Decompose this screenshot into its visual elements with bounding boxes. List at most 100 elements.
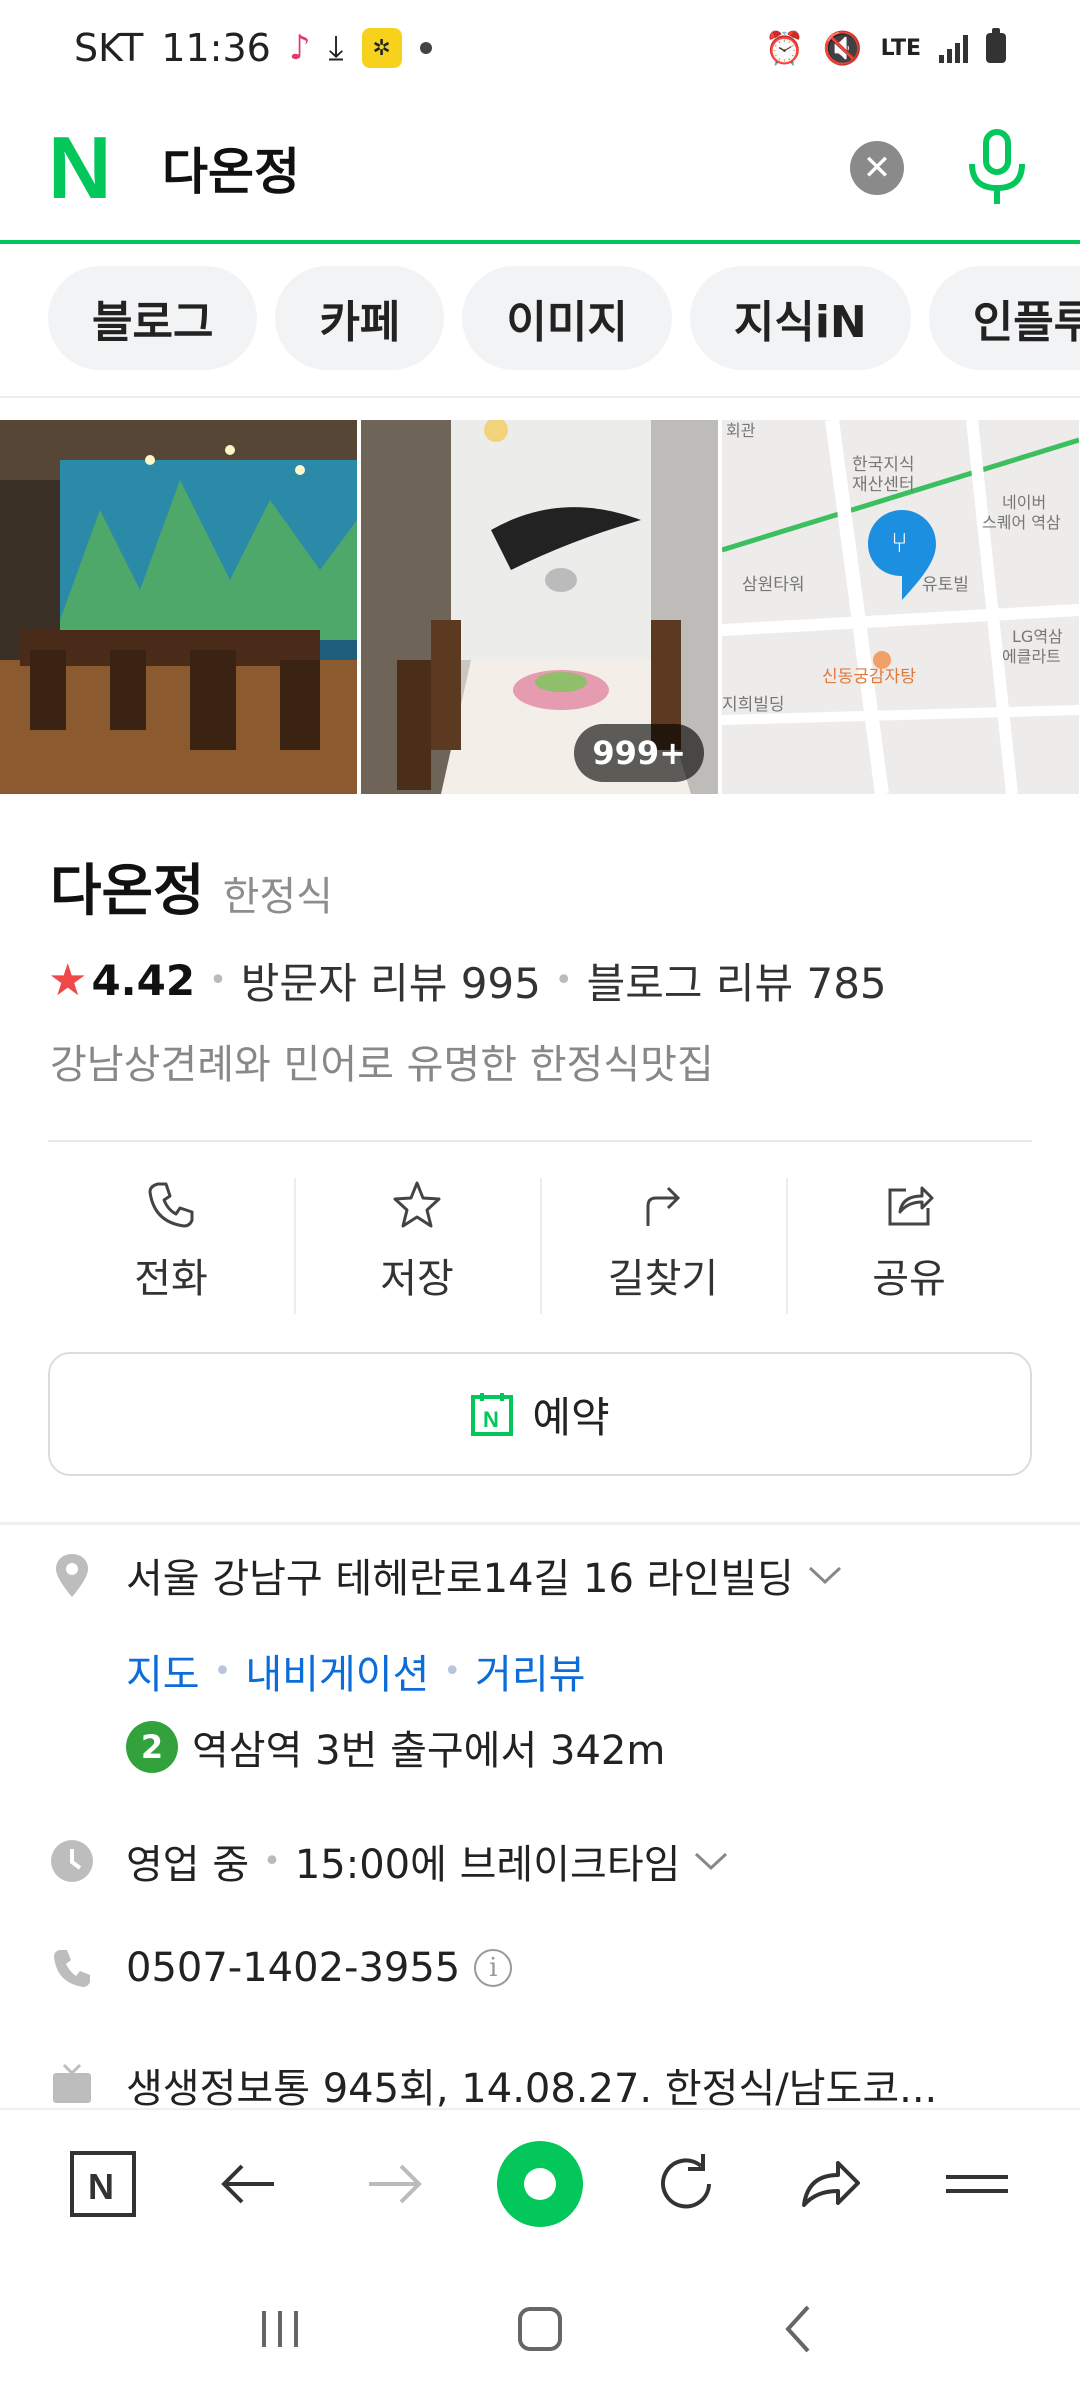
naver-home-icon: N <box>69 2151 136 2217</box>
visitor-reviews-link[interactable]: 방문자 리뷰 995 <box>241 950 541 1011</box>
chip-kin[interactable]: 지식iN <box>689 266 911 370</box>
tv-info-row[interactable]: 생생정보통 945회, 14.08.27. 한정식/남도코... <box>48 2056 937 2114</box>
separator-dot: • <box>443 1653 462 1689</box>
divider <box>0 396 1080 398</box>
map-label: 에클라트 <box>1002 647 1061 666</box>
address-row[interactable]: 서울 강남구 테헤란로14길 16 라인빌딩 <box>48 1546 842 1604</box>
info-icon[interactable]: i <box>474 1949 513 1987</box>
mute-icon: 🔇 <box>822 29 863 67</box>
map-label: 한국지식 <box>852 455 915 475</box>
separator-dot: • <box>213 1653 232 1689</box>
hours-row[interactable]: 영업 중 • 15:00에 브레이크타임 <box>48 1832 728 1890</box>
map-link[interactable]: 지도 <box>126 1642 200 1700</box>
restaurant-photo-2[interactable]: 999+ <box>361 420 718 794</box>
star-icon: ★ <box>48 955 88 1006</box>
green-dot-icon <box>496 2141 583 2227</box>
clock: 11:36 <box>161 26 271 70</box>
naver-logo[interactable]: N <box>48 124 128 212</box>
forward-button[interactable] <box>349 2139 439 2229</box>
location-map-thumbnail[interactable]: 회관 한국지식 재산센터 네이버 스퀘어 역삼 삼원타워 유토빌 LG역삼 에클… <box>722 420 1079 794</box>
chevron-down-icon[interactable] <box>808 1565 842 1585</box>
carrier-label: SKT <box>74 26 144 70</box>
subway-line-badge: 2 <box>126 1721 178 1773</box>
arrow-right-icon <box>369 2164 423 2204</box>
more-notifications-dot <box>419 42 432 54</box>
chip-image[interactable]: 이미지 <box>462 266 672 370</box>
directions-button[interactable]: 길찾기 <box>540 1166 786 1316</box>
map-label: 회관 <box>726 421 756 440</box>
voice-search-icon[interactable] <box>962 128 1032 208</box>
map-label: 재산센터 <box>852 475 915 495</box>
app-notification-icon: ✲ <box>361 28 402 68</box>
download-icon: ⤓ <box>328 28 344 68</box>
place-name[interactable]: 다온정 <box>50 846 205 927</box>
photo-strip: 999+ 회관 한국지식 재산센터 네이버 스퀘어 역삼 삼원타워 유토빌 LG… <box>0 420 1080 794</box>
refresh-icon <box>660 2154 711 2209</box>
back-nav-icon[interactable] <box>770 2299 830 2359</box>
star-outline-icon <box>393 1181 441 1228</box>
map-label: 스퀘어 역삼 <box>982 513 1061 532</box>
separator-dot: • <box>209 963 227 998</box>
subway-text: 역삼역 3번 출구에서 342m <box>192 1728 666 1774</box>
map-label: 유토빌 <box>922 575 969 595</box>
alarm-icon: ⏰ <box>764 29 805 67</box>
directions-icon <box>646 1186 681 1226</box>
back-button[interactable] <box>204 2139 294 2229</box>
home-icon[interactable] <box>510 2299 570 2359</box>
signal-icon <box>939 33 968 63</box>
share-arrow-icon <box>802 2161 861 2207</box>
hamburger-menu-icon <box>946 2175 1009 2193</box>
search-input[interactable]: 다온정 <box>162 132 300 204</box>
status-bar: SKT 11:36 ♪ ⤓ ✲ ⏰ 🔇 LTE <box>0 0 1080 96</box>
place-actions: 전화 저장 길찾기 공유 <box>48 1166 1032 1316</box>
clock-icon <box>48 1837 96 1885</box>
separator-dot: • <box>554 963 573 998</box>
map-label: LG역삼 <box>1012 627 1063 646</box>
arrow-left-icon <box>220 2164 274 2204</box>
subway-info: 2 역삼역 3번 출구에서 342m <box>126 1718 665 1776</box>
map-label: 지희빌딩 <box>722 695 785 715</box>
green-dot-button[interactable] <box>495 2139 585 2229</box>
search-bar: N 다온정 ✕ <box>0 96 1080 244</box>
reserve-label: 예약 <box>532 1392 610 1442</box>
refresh-button[interactable] <box>641 2139 731 2229</box>
map-label: 삼원타워 <box>742 575 805 595</box>
battery-icon <box>986 28 1006 63</box>
tiktok-icon: ♪ <box>288 28 311 68</box>
address-text: 서울 강남구 테헤란로14길 16 라인빌딩 <box>126 1556 794 1602</box>
search-category-chips: 블로그 카페 이미지 지식iN 인플루 <box>48 266 1080 376</box>
hours-detail: 15:00에 브레이크타임 <box>294 1842 681 1888</box>
directions-label: 길찾기 <box>607 1256 719 1302</box>
street-view-link[interactable]: 거리뷰 <box>475 1642 585 1700</box>
tv-info-text: 생생정보통 945회, 14.08.27. 한정식/남도코... <box>126 2066 938 2112</box>
chip-influencer[interactable]: 인플루 <box>928 266 1080 370</box>
recent-apps-icon[interactable] <box>250 2299 310 2359</box>
navigation-link[interactable]: 내비게이션 <box>245 1642 429 1700</box>
share-label: 공유 <box>872 1256 946 1302</box>
photo-count-badge: 999+ <box>574 724 704 782</box>
place-category: 한정식 <box>222 874 333 920</box>
menu-button[interactable] <box>932 2139 1022 2229</box>
share-button[interactable]: 공유 <box>786 1166 1032 1316</box>
call-button[interactable]: 전화 <box>48 1166 294 1316</box>
map-label: 신동궁감자탕 <box>822 667 916 687</box>
tv-icon <box>48 2061 96 2109</box>
save-label: 저장 <box>380 1256 454 1302</box>
reserve-button[interactable]: N 예약 <box>48 1352 1032 1476</box>
save-button[interactable]: 저장 <box>294 1166 540 1316</box>
naver-home-button[interactable]: N <box>58 2139 148 2229</box>
restaurant-photo-1[interactable] <box>0 420 357 794</box>
chip-blog[interactable]: 블로그 <box>48 266 258 370</box>
clear-search-button[interactable]: ✕ <box>850 141 904 195</box>
rating-row: ★ 4.42 • 방문자 리뷰 995 • 블로그 리뷰 785 <box>48 950 887 1011</box>
phone-icon <box>148 1182 194 1228</box>
location-pin-icon <box>48 1551 96 1599</box>
phone-number[interactable]: 0507-1402-3955 <box>126 1945 460 1991</box>
chevron-down-icon[interactable] <box>694 1851 728 1871</box>
chip-cafe[interactable]: 카페 <box>275 266 445 370</box>
call-label: 전화 <box>134 1256 208 1302</box>
blog-reviews-link[interactable]: 블로그 리뷰 785 <box>587 950 887 1011</box>
share-page-button[interactable] <box>786 2139 876 2229</box>
map-label: 네이버 <box>1002 493 1046 512</box>
phone-row[interactable]: 0507-1402-3955 i <box>48 1944 513 1992</box>
